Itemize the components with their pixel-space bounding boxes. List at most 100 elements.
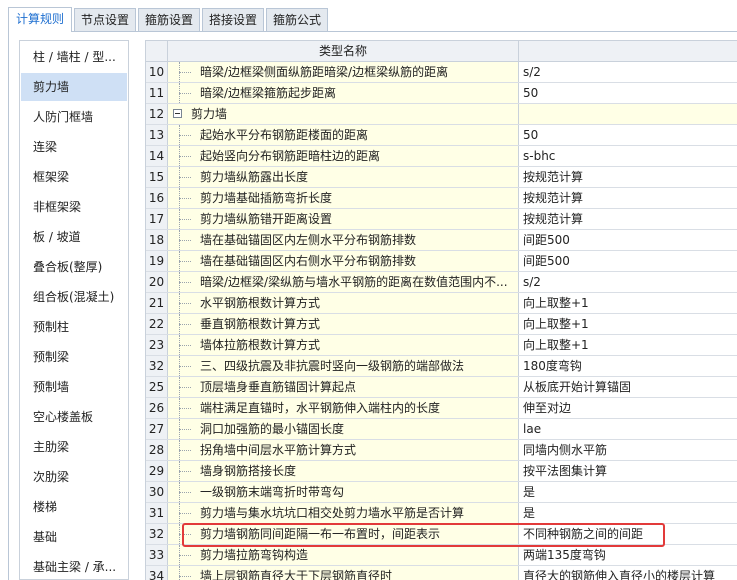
table-row[interactable]: 17 剪力墙纵筋错开距离设置 按规范计算 xyxy=(146,209,737,230)
row-name-cell[interactable]: 垂直钢筋根数计算方式 xyxy=(168,314,519,334)
row-value-cell[interactable]: 间距500 xyxy=(519,230,737,250)
row-value-cell[interactable]: s-bhc xyxy=(519,146,737,166)
table-row[interactable]: 16 剪力墙基础插筋弯折长度 按规范计算 xyxy=(146,188,737,209)
tab-calc-rules[interactable]: 计算规则 xyxy=(8,7,72,32)
tab-lap-settings[interactable]: 搭接设置 xyxy=(202,8,264,31)
sidebar-item-coupling-beam[interactable]: 连梁 xyxy=(21,133,127,161)
sidebar-item-foundation-main-beam[interactable]: 基础主梁 / 承... xyxy=(21,553,127,579)
row-value-cell[interactable]: lae xyxy=(519,419,737,439)
row-name-cell[interactable]: 墙在基础锚固区内左侧水平分布钢筋排数 xyxy=(168,230,519,250)
row-name-cell[interactable]: 一级钢筋末端弯折时带弯勾 xyxy=(168,482,519,502)
sidebar-item-composite-slab[interactable]: 叠合板(整厚) xyxy=(21,253,127,281)
tab-node-settings[interactable]: 节点设置 xyxy=(74,8,136,31)
row-value-cell[interactable]: 伸至对边 xyxy=(519,398,737,418)
row-name-cell[interactable]: 剪力墙钢筋同间距隔一布一布置时，间距表示 xyxy=(168,524,519,544)
tab-stirrup-settings[interactable]: 箍筋设置 xyxy=(138,8,200,31)
row-value-cell[interactable]: 是 xyxy=(519,482,737,502)
row-value-cell[interactable]: 按规范计算 xyxy=(519,167,737,187)
row-name-cell[interactable]: 起始水平分布钢筋距楼面的距离 xyxy=(168,125,519,145)
row-value-cell[interactable]: 是 xyxy=(519,503,737,523)
table-row[interactable]: 23 墙体拉筋根数计算方式 向上取整+1 xyxy=(146,335,737,356)
table-row[interactable]: 21 水平钢筋根数计算方式 向上取整+1 xyxy=(146,293,737,314)
row-value-cell[interactable]: 向上取整+1 xyxy=(519,314,737,334)
row-name-cell[interactable]: 剪力墙纵筋露出长度 xyxy=(168,167,519,187)
table-row[interactable]: 15 剪力墙纵筋露出长度 按规范计算 xyxy=(146,167,737,188)
row-name-cell[interactable]: 暗梁/边框梁/梁纵筋与墙水平钢筋的距离在数值范围内不... xyxy=(168,272,519,292)
row-name-cell[interactable]: 三、四级抗震及非抗震时竖向一级钢筋的端部做法 xyxy=(168,356,519,376)
header-type-name[interactable]: 类型名称 xyxy=(168,41,519,61)
sidebar-item-precast-column[interactable]: 预制柱 xyxy=(21,313,127,341)
table-row[interactable]: 25 顶层墙身垂直筋锚固计算起点 从板底开始计算锚固 xyxy=(146,377,737,398)
collapse-minus-icon[interactable] xyxy=(173,109,182,118)
row-name-cell[interactable]: 暗梁/边框梁箍筋起步距离 xyxy=(168,83,519,103)
table-row[interactable]: 34 墙上层钢筋直径大于下层钢筋直径时 直径大的钢筋伸入直径小的楼层计算 xyxy=(146,566,737,580)
row-name-cell[interactable]: 墙在基础锚固区内右侧水平分布钢筋排数 xyxy=(168,251,519,271)
sidebar-item-column[interactable]: 柱 / 墙柱 / 型... xyxy=(21,43,127,71)
row-name-cell[interactable]: 墙上层钢筋直径大于下层钢筋直径时 xyxy=(168,566,519,580)
sidebar-item-slab-ramp[interactable]: 板 / 坡道 xyxy=(21,223,127,251)
row-name-cell[interactable]: 剪力墙基础插筋弯折长度 xyxy=(168,188,519,208)
row-value-cell[interactable]: s/2 xyxy=(519,62,737,82)
sidebar-item-non-frame-beam[interactable]: 非框架梁 xyxy=(21,193,127,221)
row-value-cell[interactable]: 从板底开始计算锚固 xyxy=(519,377,737,397)
row-name-cell[interactable]: 墙体拉筋根数计算方式 xyxy=(168,335,519,355)
row-name-cell[interactable]: 暗梁/边框梁侧面纵筋距暗梁/边框梁纵筋的距离 xyxy=(168,62,519,82)
sidebar-item-stair[interactable]: 楼梯 xyxy=(21,493,127,521)
row-name-cell[interactable]: 剪力墙 xyxy=(168,104,519,124)
row-value-cell[interactable]: 按规范计算 xyxy=(519,188,737,208)
table-row[interactable]: 29 墙身钢筋搭接长度 按平法图集计算 xyxy=(146,461,737,482)
table-row[interactable]: 11 暗梁/边框梁箍筋起步距离 50 xyxy=(146,83,737,104)
sidebar-item-precast-wall[interactable]: 预制墙 xyxy=(21,373,127,401)
row-name-cell[interactable]: 剪力墙纵筋错开距离设置 xyxy=(168,209,519,229)
sidebar-item-shear-wall[interactable]: 剪力墙 xyxy=(21,73,127,101)
table-row[interactable]: 32 剪力墙钢筋同间距隔一布一布置时，间距表示 不同种钢筋之间的间距 xyxy=(146,524,737,545)
table-row[interactable]: 19 墙在基础锚固区内右侧水平分布钢筋排数 间距500 xyxy=(146,251,737,272)
row-name-cell[interactable]: 剪力墙拉筋弯钩构造 xyxy=(168,545,519,565)
table-row[interactable]: 33 剪力墙拉筋弯钩构造 两端135度弯钩 xyxy=(146,545,737,566)
table-row[interactable]: 10 暗梁/边框梁侧面纵筋距暗梁/边框梁纵筋的距离 s/2 xyxy=(146,62,737,83)
row-name-cell[interactable]: 顶层墙身垂直筋锚固计算起点 xyxy=(168,377,519,397)
row-value-cell[interactable]: 直径大的钢筋伸入直径小的楼层计算 xyxy=(519,566,737,580)
row-name-cell[interactable]: 剪力墙与集水坑坑口相交处剪力墙水平筋是否计算 xyxy=(168,503,519,523)
row-name-cell[interactable]: 水平钢筋根数计算方式 xyxy=(168,293,519,313)
row-name-cell[interactable]: 墙身钢筋搭接长度 xyxy=(168,461,519,481)
group-row[interactable]: 12 剪力墙 xyxy=(146,104,737,125)
table-row[interactable]: 14 起始竖向分布钢筋距暗柱边的距离 s-bhc xyxy=(146,146,737,167)
sidebar-item-secondary-rib-beam[interactable]: 次肋梁 xyxy=(21,463,127,491)
row-value-cell[interactable]: 两端135度弯钩 xyxy=(519,545,737,565)
sidebar-item-frame-beam[interactable]: 框架梁 xyxy=(21,163,127,191)
sidebar-item-main-rib-beam[interactable]: 主肋梁 xyxy=(21,433,127,461)
sidebar-item-precast-beam[interactable]: 预制梁 xyxy=(21,343,127,371)
table-row[interactable]: 28 拐角墙中间层水平筋计算方式 同墙内侧水平筋 xyxy=(146,440,737,461)
row-name-cell[interactable]: 起始竖向分布钢筋距暗柱边的距离 xyxy=(168,146,519,166)
table-row[interactable]: 32 三、四级抗震及非抗震时竖向一级钢筋的端部做法 180度弯钩 xyxy=(146,356,737,377)
table-row[interactable]: 27 洞口加强筋的最小锚固长度 lae xyxy=(146,419,737,440)
table-row[interactable]: 18 墙在基础锚固区内左侧水平分布钢筋排数 间距500 xyxy=(146,230,737,251)
table-row[interactable]: 30 一级钢筋末端弯折时带弯勾 是 xyxy=(146,482,737,503)
table-row[interactable]: 22 垂直钢筋根数计算方式 向上取整+1 xyxy=(146,314,737,335)
row-name-cell[interactable]: 洞口加强筋的最小锚固长度 xyxy=(168,419,519,439)
row-value-cell[interactable]: 按平法图集计算 xyxy=(519,461,737,481)
row-name-cell[interactable]: 拐角墙中间层水平筋计算方式 xyxy=(168,440,519,460)
sidebar-item-combined-slab[interactable]: 组合板(混凝土) xyxy=(21,283,127,311)
table-row[interactable]: 26 端柱满足直锚时，水平钢筋伸入端柱内的长度 伸至对边 xyxy=(146,398,737,419)
tab-stirrup-formula[interactable]: 箍筋公式 xyxy=(266,8,328,31)
row-value-cell[interactable]: 50 xyxy=(519,83,737,103)
row-value-cell[interactable]: 不同种钢筋之间的间距 xyxy=(519,524,737,544)
table-row[interactable]: 20 暗梁/边框梁/梁纵筋与墙水平钢筋的距离在数值范围内不... s/2 xyxy=(146,272,737,293)
row-value-cell[interactable]: 向上取整+1 xyxy=(519,293,737,313)
row-value-cell[interactable]: 间距500 xyxy=(519,251,737,271)
table-row[interactable]: 31 剪力墙与集水坑坑口相交处剪力墙水平筋是否计算 是 xyxy=(146,503,737,524)
row-value-cell[interactable]: 向上取整+1 xyxy=(519,335,737,355)
row-name-cell[interactable]: 端柱满足直锚时，水平钢筋伸入端柱内的长度 xyxy=(168,398,519,418)
sidebar-item-foundation[interactable]: 基础 xyxy=(21,523,127,551)
sidebar-item-civil-defense-door-wall[interactable]: 人防门框墙 xyxy=(21,103,127,131)
row-value-cell[interactable]: 按规范计算 xyxy=(519,209,737,229)
row-value-cell[interactable]: 同墙内侧水平筋 xyxy=(519,440,737,460)
row-value-cell[interactable]: s/2 xyxy=(519,272,737,292)
sidebar-item-hollow-floor-slab[interactable]: 空心楼盖板 xyxy=(21,403,127,431)
row-value-cell[interactable] xyxy=(519,104,737,124)
row-value-cell[interactable]: 50 xyxy=(519,125,737,145)
table-row[interactable]: 13 起始水平分布钢筋距楼面的距离 50 xyxy=(146,125,737,146)
row-value-cell[interactable]: 180度弯钩 xyxy=(519,356,737,376)
